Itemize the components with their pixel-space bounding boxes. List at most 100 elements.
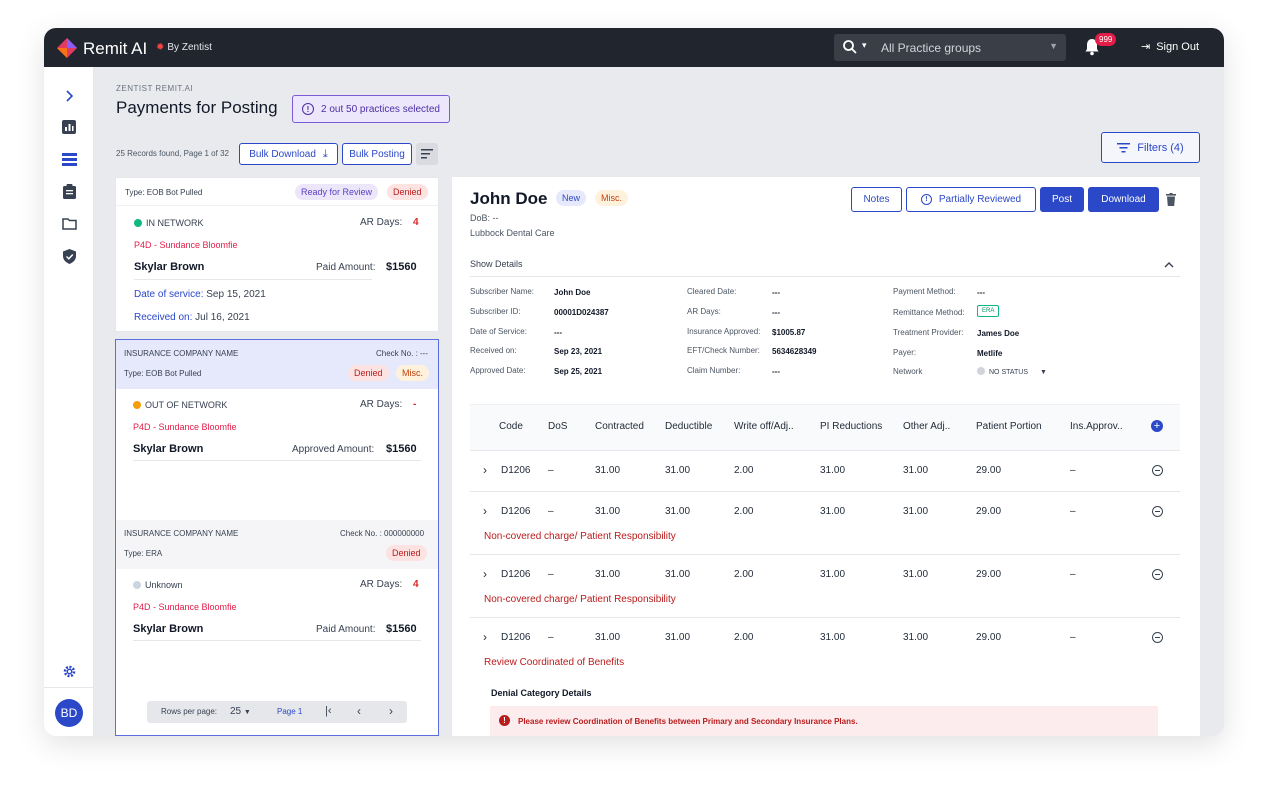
shield-icon[interactable] bbox=[61, 248, 77, 264]
payments-list-icon[interactable] bbox=[61, 151, 77, 167]
field-label: Subscriber Name: bbox=[470, 287, 535, 296]
writeoff-cell: 2.00 bbox=[734, 506, 754, 517]
row-denial-note: Non-covered charge/ Patient Responsibili… bbox=[484, 594, 676, 605]
prev-page-icon[interactable]: ‹ bbox=[357, 704, 361, 718]
download-icon: ⤓ bbox=[322, 147, 328, 160]
practice-group-search[interactable]: ▾ All Practice groups ▼ bbox=[834, 34, 1066, 61]
practice-name: P4D - Sundance Bloomfie bbox=[133, 422, 237, 432]
table-row[interactable]: › D1206 – 31.00 31.00 2.00 31.00 31.00 2… bbox=[470, 554, 1180, 617]
field-label: Claim Number: bbox=[687, 366, 741, 375]
avatar[interactable]: BD bbox=[55, 699, 83, 727]
expand-chevron-icon[interactable]: › bbox=[483, 504, 487, 518]
analytics-icon[interactable] bbox=[61, 119, 77, 135]
practice-groups-select[interactable]: All Practice groups bbox=[881, 41, 981, 55]
download-label: Download bbox=[1101, 194, 1146, 205]
table-row[interactable]: › D1206 – 31.00 31.00 2.00 31.00 31.00 2… bbox=[470, 617, 1180, 736]
page-title: Payments for Posting bbox=[116, 98, 278, 117]
sidebar: BD bbox=[44, 67, 94, 736]
practice-name: P4D - Sundance Bloomfie bbox=[134, 240, 238, 250]
first-page-icon[interactable]: |‹ bbox=[325, 705, 332, 717]
expand-chevron-icon[interactable] bbox=[61, 88, 77, 104]
payment-card[interactable]: Type: EOB Bot Pulled Ready for Review De… bbox=[115, 177, 439, 332]
network-dot bbox=[134, 219, 142, 227]
folder-icon[interactable] bbox=[61, 216, 77, 232]
rows-per-page-value: 25 bbox=[230, 706, 242, 717]
amount-value: $1560 bbox=[386, 623, 417, 635]
new-badge: New bbox=[556, 190, 587, 206]
error-icon: ! bbox=[499, 715, 510, 726]
trash-icon[interactable] bbox=[1166, 193, 1176, 206]
patient-portion-cell: 29.00 bbox=[976, 506, 1002, 517]
expand-chevron-icon[interactable]: › bbox=[483, 463, 487, 477]
practice-name: Lubbock Dental Care bbox=[470, 228, 555, 238]
remove-row-icon[interactable] bbox=[1152, 632, 1163, 643]
dos-label: Date of service: bbox=[134, 289, 204, 300]
chevron-down-icon[interactable]: ▼ bbox=[1049, 41, 1058, 51]
bulk-posting-button[interactable]: Bulk Posting bbox=[342, 143, 412, 165]
chevron-up-icon[interactable] bbox=[1164, 261, 1174, 268]
received-label: Received on: bbox=[134, 312, 193, 323]
add-row-icon[interactable]: + bbox=[1151, 420, 1163, 432]
writeoff-cell: 2.00 bbox=[734, 569, 754, 580]
denial-category-title: Denial Category Details bbox=[491, 688, 592, 698]
clipboard-icon[interactable] bbox=[61, 183, 77, 199]
expand-chevron-icon[interactable]: › bbox=[483, 630, 487, 644]
gear-icon[interactable] bbox=[61, 663, 77, 679]
partially-reviewed-button[interactable]: ! Partially Reviewed bbox=[906, 187, 1036, 212]
field-label: Treatment Provider: bbox=[893, 328, 964, 337]
pagination-bar: Rows per page: 25 ▼ Page 1 |‹ ‹ › bbox=[147, 701, 407, 723]
show-details-toggle[interactable]: Show Details bbox=[470, 259, 523, 269]
ins-approved-cell: – bbox=[1070, 465, 1076, 476]
status-badge: Ready for Review bbox=[295, 184, 379, 200]
denied-badge: Denied bbox=[387, 184, 428, 200]
search-icon[interactable] bbox=[842, 39, 858, 55]
patient-name: Skylar Brown bbox=[133, 623, 204, 635]
column-header: Code bbox=[499, 421, 523, 432]
column-header: Patient Portion bbox=[976, 421, 1042, 432]
next-page-icon[interactable]: › bbox=[389, 704, 393, 718]
practices-selected-button[interactable]: ! 2 out 50 practices selected bbox=[292, 95, 450, 123]
bulk-download-button[interactable]: Bulk Download ⤓ bbox=[239, 143, 338, 165]
remove-row-icon[interactable] bbox=[1152, 506, 1163, 517]
sign-out-button[interactable]: ⇥ Sign Out bbox=[1141, 40, 1199, 53]
field-label: Received on: bbox=[470, 346, 517, 355]
remove-row-icon[interactable] bbox=[1152, 569, 1163, 580]
amount-value: $1560 bbox=[386, 261, 417, 273]
network-status: OUT OF NETWORK bbox=[133, 400, 227, 410]
field-label: AR Days: bbox=[687, 307, 721, 316]
field-label: Subscriber ID: bbox=[470, 307, 521, 316]
field-label: Date of Service: bbox=[470, 327, 527, 336]
dos-cell: – bbox=[548, 632, 554, 643]
insurance-company: INSURANCE COMPANY NAME bbox=[124, 349, 239, 358]
network-status-select[interactable]: NO STATUS ▼ bbox=[977, 367, 1047, 376]
by-zentist-label: By Zentist bbox=[167, 42, 212, 53]
denied-badge: Denied bbox=[348, 365, 389, 381]
network-dot bbox=[133, 401, 141, 409]
deductible-cell: 31.00 bbox=[665, 632, 691, 643]
table-row[interactable]: › D1206 – 31.00 31.00 2.00 31.00 31.00 2… bbox=[470, 491, 1180, 554]
chevron-down-icon: ▼ bbox=[243, 709, 251, 716]
rows-per-page-select[interactable]: 25 ▼ bbox=[230, 706, 251, 717]
field-value: Metlife bbox=[977, 349, 1003, 358]
sort-button[interactable] bbox=[416, 143, 438, 165]
remove-row-icon[interactable] bbox=[1152, 465, 1163, 476]
field-value: 00001D024387 bbox=[554, 308, 609, 317]
download-button[interactable]: Download bbox=[1088, 187, 1159, 212]
expand-chevron-icon[interactable]: › bbox=[483, 567, 487, 581]
other-adj-cell: 31.00 bbox=[903, 632, 929, 643]
selected-payment-group[interactable]: INSURANCE COMPANY NAME Check No. : --- T… bbox=[115, 339, 439, 736]
misc-badge: Misc. bbox=[595, 190, 628, 206]
search-caret-icon[interactable]: ▾ bbox=[862, 40, 867, 51]
pi-reductions-cell: 31.00 bbox=[820, 465, 846, 476]
table-row[interactable]: › D1206 – 31.00 31.00 2.00 31.00 31.00 2… bbox=[470, 450, 1180, 490]
denial-message: Please review Coordination of Benefits b… bbox=[518, 717, 858, 726]
amount-value: $1560 bbox=[386, 443, 417, 455]
post-button[interactable]: Post bbox=[1040, 187, 1084, 212]
notes-button[interactable]: Notes bbox=[851, 187, 902, 212]
network-status: IN NETWORK bbox=[134, 218, 204, 228]
card-type: Type: ERA bbox=[124, 549, 163, 558]
status-dot bbox=[977, 367, 985, 375]
filters-button[interactable]: Filters (4) bbox=[1101, 132, 1200, 163]
ar-days-label: AR Days: bbox=[360, 217, 403, 228]
deductible-cell: 31.00 bbox=[665, 465, 691, 476]
